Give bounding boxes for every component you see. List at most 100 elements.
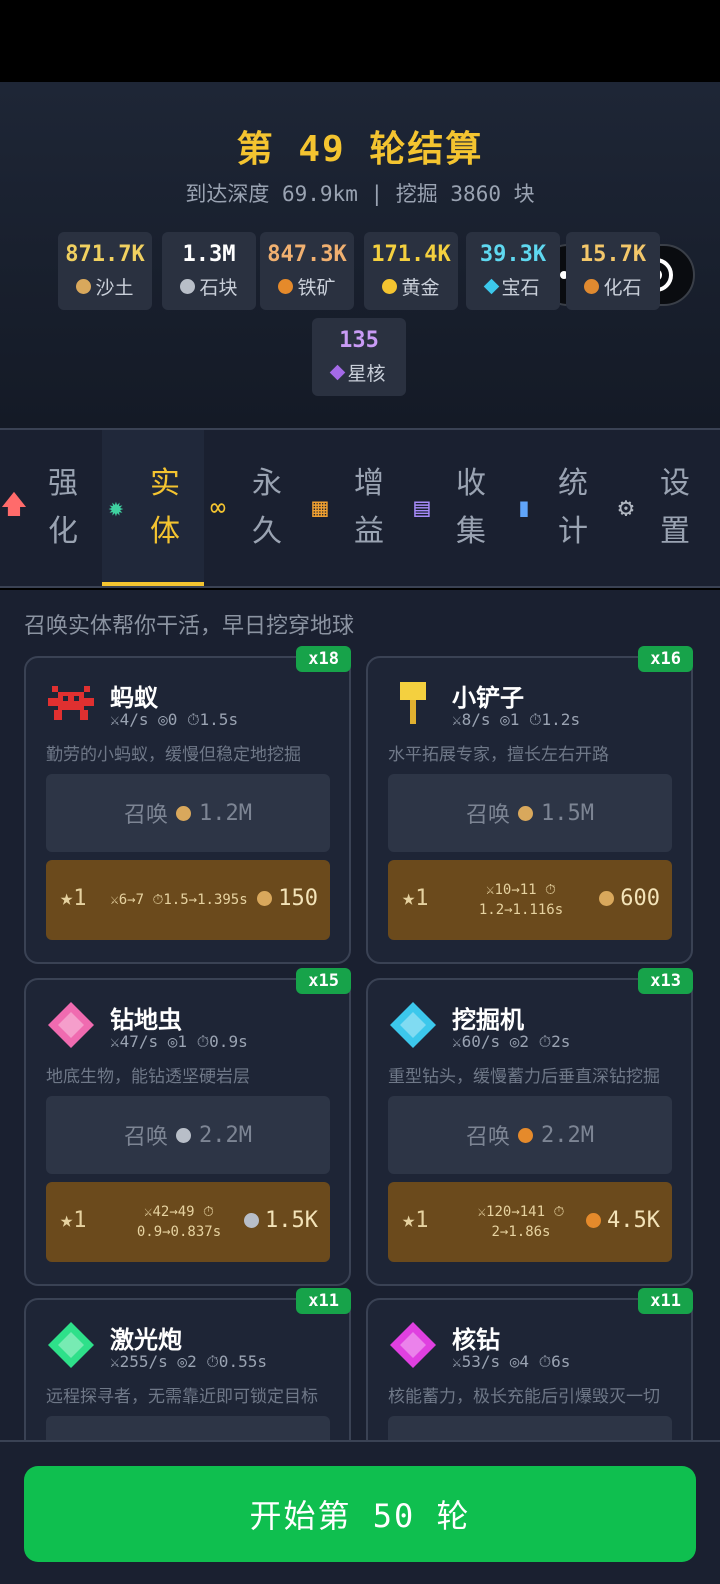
tab-label: 实体 xyxy=(150,466,180,549)
upgrade-effect-line2: 0.9→0.837s xyxy=(136,1224,222,1240)
entity-stats: ⚔53/s ◎4 ⏱6s xyxy=(452,1352,571,1371)
gear-entity-icon: ✹ xyxy=(108,493,124,523)
entity-stats: ⚔47/s ◎1 ⏱0.9s xyxy=(110,1032,248,1051)
resource-value: 39.3K xyxy=(479,242,547,267)
upgrade-resource-icon xyxy=(257,891,273,906)
iron-ore-icon xyxy=(278,279,294,294)
resource-label: 黄金 xyxy=(401,277,440,299)
depth-dig-summary: 到达深度 69.9km | 挖掘 3860 块 xyxy=(185,182,535,206)
resource-label: 宝石 xyxy=(501,277,540,299)
upgrade-arrow-icon: 🡅 xyxy=(0,490,28,520)
summon-label: 召唤 xyxy=(124,1125,169,1150)
entity-card: x11 激光炮 ⚔255/s ◎2 ⏱0.55s 远程探寻者，无需靠近即可锁定目… xyxy=(24,1288,351,1440)
entity-description: 勤劳的小蚂蚁，缓慢但稳定地挖掘 xyxy=(46,745,301,765)
fossil-icon xyxy=(584,279,600,294)
resource-value: 847.3K xyxy=(267,242,347,267)
tab-label: 增益 xyxy=(354,466,384,549)
resource-label: 沙土 xyxy=(95,277,134,299)
summon-resource-icon xyxy=(176,805,192,821)
tab-2[interactable]: ∞ 永久 xyxy=(204,430,306,586)
tab-label: 设置 xyxy=(660,466,690,549)
entity-description: 远程探寻者，无需靠近即可锁定目标 xyxy=(46,1387,318,1407)
summon-resource-icon xyxy=(176,1127,192,1143)
summon-cost: 1.2M xyxy=(199,800,252,826)
upgrade-button[interactable]: ★1 ⚔10→11 ⏱ 1.2→1.116s 600 xyxy=(388,860,672,940)
sand-icon xyxy=(76,279,92,294)
upgrade-level: ★1 xyxy=(402,886,429,911)
upgrade-effect-line2: 1.2→1.116s xyxy=(478,902,564,918)
star-core-icon xyxy=(330,364,346,381)
upgrade-level: ★1 xyxy=(402,1208,429,1233)
upgrade-level: ★1 xyxy=(60,886,87,911)
entity-name: 挖掘机 xyxy=(452,1006,524,1034)
resource-label: 铁矿 xyxy=(297,277,336,299)
resource-value: 15.7K xyxy=(579,242,647,267)
entity-count-badge: x13 xyxy=(638,968,693,994)
summon-button[interactable]: 召唤 1.5M xyxy=(388,774,672,852)
entity-card: x15 钻地虫 ⚔47/s ◎1 ⏱0.9s 地底生物，能钻透坚硬岩层 召唤 2… xyxy=(24,968,351,1286)
tab-1[interactable]: ✹ 实体 xyxy=(102,430,204,586)
summon-button[interactable]: 召唤 1.2M xyxy=(46,774,330,852)
resource-value: 135 xyxy=(339,328,379,353)
summon-button[interactable] xyxy=(46,1416,330,1440)
active-tab-indicator xyxy=(102,582,204,586)
summon-resource-icon xyxy=(518,805,534,821)
status-bar xyxy=(0,0,720,82)
entity-description: 地底生物，能钻透坚硬岩层 xyxy=(46,1067,250,1087)
upgrade-resource-icon xyxy=(586,1213,602,1228)
summon-button[interactable] xyxy=(388,1416,672,1440)
entity-name: 钻地虫 xyxy=(110,1006,182,1034)
resource-label: 石块 xyxy=(199,277,238,299)
resource-value: 1.3M xyxy=(182,242,236,267)
entity-count-badge: x15 xyxy=(296,968,351,994)
summon-cost: 1.5M xyxy=(541,800,594,826)
upgrade-resource-icon xyxy=(599,891,615,906)
summon-label: 召唤 xyxy=(124,803,169,828)
resource-label: 化石 xyxy=(603,277,642,299)
start-next-round-button[interactable]: 开始第 50 轮 xyxy=(24,1466,696,1562)
resource-iron-ore: 847.3K 铁矿 xyxy=(260,232,354,310)
entity-description: 核能蓄力，极长充能后引爆毁灭一切 xyxy=(388,1387,660,1407)
summon-button[interactable]: 召唤 2.2M xyxy=(388,1096,672,1174)
upgrade-cost: 600 xyxy=(620,886,660,911)
upgrade-cost: 4.5K xyxy=(607,1208,660,1233)
bar-chart-icon: ▮ xyxy=(516,493,532,523)
ant-icon xyxy=(46,678,96,728)
upgrade-button[interactable]: ★1 ⚔6→7 ⏱1.5→1.395s 150 xyxy=(46,860,330,940)
entity-count-badge: x11 xyxy=(296,1288,351,1314)
excavator-icon xyxy=(388,1000,438,1050)
entity-count-badge: x16 xyxy=(638,646,693,672)
resource-star-core: 135 星核 xyxy=(312,318,406,396)
summon-cost: 2.2M xyxy=(541,1122,594,1148)
tab-4[interactable]: ▤ 收集 xyxy=(408,430,510,586)
resource-gem: 39.3K 宝石 xyxy=(466,232,560,310)
upgrade-cost: 150 xyxy=(278,886,318,911)
gem-icon xyxy=(484,278,500,295)
nuclear-drill-icon xyxy=(388,1320,438,1370)
upgrade-button[interactable]: ★1 ⚔42→49 ⏱ 0.9→0.837s 1.5K xyxy=(46,1182,330,1262)
tab-0[interactable]: 🡅 强化 xyxy=(0,430,102,586)
summon-label: 召唤 xyxy=(466,803,511,828)
upgrade-button[interactable]: ★1 ⚔120→141 ⏱ 2→1.86s 4.5K xyxy=(388,1182,672,1262)
upgrade-effect-line1: ⚔42→49 ⏱ xyxy=(144,1204,214,1220)
entity-hint: 召唤实体帮你干活，早日挖穿地球 xyxy=(24,614,355,639)
entity-name: 核钻 xyxy=(452,1326,500,1354)
entity-stats: ⚔60/s ◎2 ⏱2s xyxy=(452,1032,571,1051)
tab-6[interactable]: ⚙ 设置 xyxy=(612,430,714,586)
tab-5[interactable]: ▮ 统计 xyxy=(510,430,612,586)
entity-stats: ⚔8/s ◎1 ⏱1.2s xyxy=(452,710,581,729)
summon-button[interactable]: 召唤 2.2M xyxy=(46,1096,330,1174)
summon-label: 召唤 xyxy=(466,1125,511,1150)
bottom-bar: 开始第 50 轮 xyxy=(0,1440,720,1584)
tab-label: 统计 xyxy=(558,466,588,549)
tab-3[interactable]: ▦ 增益 xyxy=(306,430,408,586)
upgrade-resource-icon xyxy=(244,1213,260,1228)
stone-icon xyxy=(180,279,196,294)
entity-card: x16 小铲子 ⚔8/s ◎1 ⏱1.2s 水平拓展专家，擅长左右开路 召唤 1… xyxy=(366,646,693,964)
entity-stats: ⚔4/s ◎0 ⏱1.5s xyxy=(110,710,239,729)
resource-fossil: 15.7K 化石 xyxy=(566,232,660,310)
laser-cannon-icon xyxy=(46,1320,96,1370)
entity-name: 激光炮 xyxy=(110,1326,182,1354)
resource-value: 871.7K xyxy=(65,242,145,267)
resource-sand: 871.7K 沙土 xyxy=(58,232,152,310)
